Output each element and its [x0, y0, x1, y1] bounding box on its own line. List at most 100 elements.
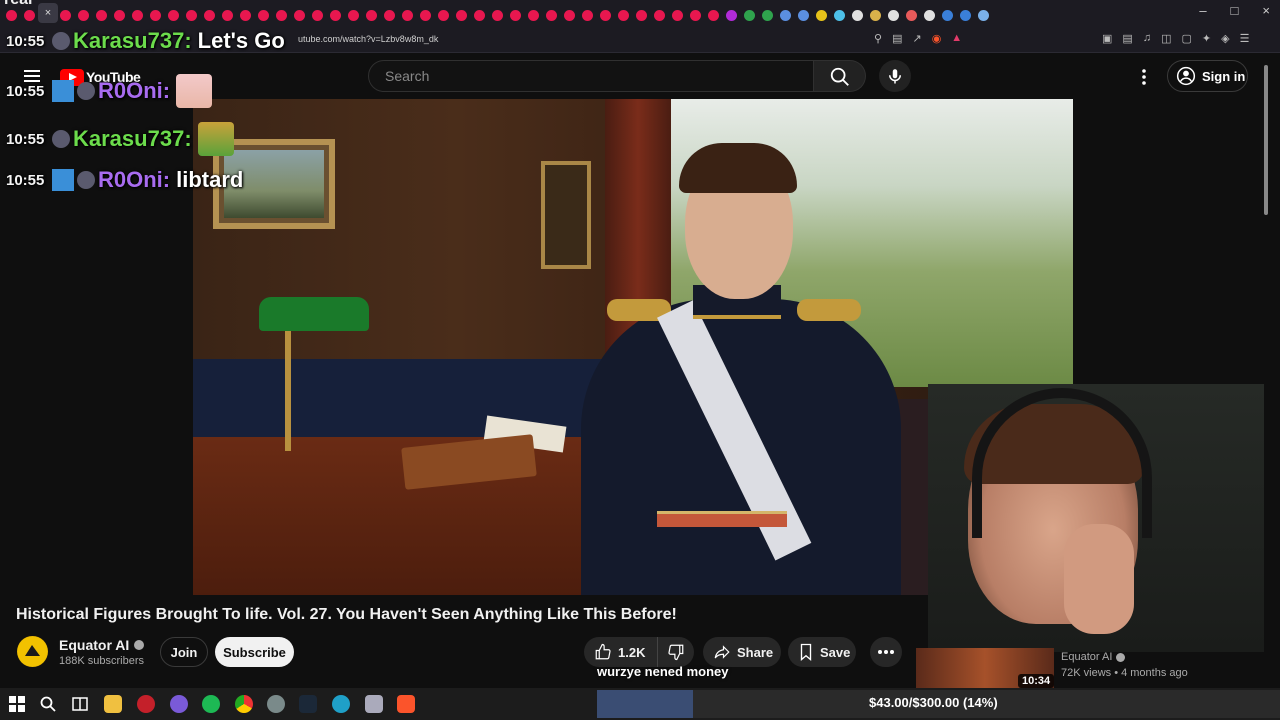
tab-favicon-icon[interactable]	[96, 10, 107, 21]
zoom-icon[interactable]: ⚲	[874, 32, 882, 45]
brave-shield-icon[interactable]: ◉	[932, 32, 942, 45]
tab-favicon-icon[interactable]	[492, 10, 503, 21]
screen-icon[interactable]: ▤	[892, 32, 902, 45]
tab-favicon-icon[interactable]	[6, 10, 17, 21]
tab-favicon-icon[interactable]	[762, 10, 773, 21]
tab-favicon-icon[interactable]	[600, 10, 611, 21]
tab-favicon-icon[interactable]	[276, 10, 287, 21]
tab-favicon-icon[interactable]	[978, 10, 989, 21]
tab-favicon-icon[interactable]	[726, 10, 737, 21]
tab-favicon-icon[interactable]	[816, 10, 827, 21]
wallet-icon[interactable]: ▢	[1181, 32, 1191, 45]
more-actions-button[interactable]	[870, 637, 902, 667]
tab-favicon-icon[interactable]	[366, 10, 377, 21]
tab-favicon-icon[interactable]	[510, 10, 521, 21]
like-button[interactable]: 1.2K	[584, 637, 658, 667]
tab-favicon-icon[interactable]	[906, 10, 917, 21]
dislike-button[interactable]	[658, 637, 694, 667]
tab-favicon-icon[interactable]	[546, 10, 557, 21]
steam-icon[interactable]	[299, 695, 317, 713]
minimize-button[interactable]: –	[1199, 3, 1206, 18]
tab-favicon-icon[interactable]	[384, 10, 395, 21]
tab-favicon-icon[interactable]	[672, 10, 683, 21]
tab-favicon-icon[interactable]	[60, 10, 71, 21]
tab-favicon-icon[interactable]	[582, 10, 593, 21]
tab-favicon-icon[interactable]	[330, 10, 341, 21]
tab-favicon-icon[interactable]	[240, 10, 251, 21]
tab-favicon-icon[interactable]	[24, 10, 35, 21]
maximize-button[interactable]: □	[1231, 3, 1239, 18]
search-icon[interactable]	[39, 695, 57, 713]
pin-icon[interactable]: ✦	[1202, 32, 1211, 45]
tab-favicon-icon[interactable]	[348, 10, 359, 21]
voice-search-button[interactable]	[879, 60, 911, 92]
recommended-channel[interactable]: Equator AI	[1061, 651, 1126, 663]
tab-favicon-icon[interactable]	[798, 10, 809, 21]
tab-favicon-icon[interactable]	[114, 10, 125, 21]
tab-favicon-icon[interactable]	[258, 10, 269, 21]
tab-favicon-icon[interactable]	[780, 10, 791, 21]
windows-start-icon[interactable]	[8, 695, 26, 713]
tab-list[interactable]	[6, 7, 1136, 21]
tab-favicon-icon[interactable]	[312, 10, 323, 21]
join-button[interactable]: Join	[160, 637, 208, 667]
app-icon[interactable]	[137, 695, 155, 713]
tab-favicon-icon[interactable]	[618, 10, 629, 21]
app-icon[interactable]	[365, 695, 383, 713]
tab-favicon-icon[interactable]	[186, 10, 197, 21]
discord-icon[interactable]	[170, 695, 188, 713]
brave-icon[interactable]	[397, 695, 415, 713]
tab-favicon-icon[interactable]	[150, 10, 161, 21]
tab-favicon-icon[interactable]	[474, 10, 485, 21]
tab-favicon-icon[interactable]	[78, 10, 89, 21]
tab-favicon-icon[interactable]	[960, 10, 971, 21]
share-button[interactable]: Share	[703, 637, 781, 667]
tab-favicon-icon[interactable]	[690, 10, 701, 21]
extension-icon[interactable]: ▣	[1102, 32, 1112, 45]
share-page-icon[interactable]: ↗	[912, 32, 921, 45]
file-explorer-icon[interactable]	[104, 695, 122, 713]
save-button[interactable]: Save	[788, 637, 856, 667]
tab-favicon-icon[interactable]	[636, 10, 647, 21]
rewards-icon[interactable]: ▲	[951, 32, 962, 45]
chrome-icon[interactable]	[235, 695, 253, 713]
tab-favicon-icon[interactable]	[744, 10, 755, 21]
tab-favicon-icon[interactable]	[528, 10, 539, 21]
sidebar-icon[interactable]: ◫	[1161, 32, 1171, 45]
spotify-icon[interactable]	[202, 695, 220, 713]
menu-icon[interactable]: ☰	[1240, 32, 1250, 45]
app-icon[interactable]	[267, 695, 285, 713]
scrollbar-thumb[interactable]	[1264, 65, 1268, 215]
tab-favicon-icon[interactable]	[420, 10, 431, 21]
tab-favicon-icon[interactable]	[870, 10, 881, 21]
tab-favicon-icon[interactable]	[456, 10, 467, 21]
tab-favicon-icon[interactable]	[834, 10, 845, 21]
settings-kebab-icon[interactable]	[1134, 67, 1154, 87]
tab-favicon-icon[interactable]	[888, 10, 899, 21]
tab-favicon-icon[interactable]	[942, 10, 953, 21]
vpn-icon[interactable]: ◈	[1221, 32, 1229, 45]
tab-favicon-icon[interactable]	[294, 10, 305, 21]
tab-favicon-icon[interactable]	[708, 10, 719, 21]
tab-favicon-icon[interactable]	[132, 10, 143, 21]
tab-favicon-icon[interactable]	[222, 10, 233, 21]
tab-favicon-icon[interactable]	[564, 10, 575, 21]
tab-favicon-icon[interactable]	[402, 10, 413, 21]
url-field[interactable]: utube.com/watch?v=Lzbv8w8m_dk	[298, 34, 438, 44]
tab-favicon-icon[interactable]	[438, 10, 449, 21]
tab-favicon-icon[interactable]	[204, 10, 215, 21]
search-button[interactable]	[814, 60, 866, 92]
reader-icon[interactable]: ▤	[1122, 32, 1132, 45]
media-icon[interactable]: ♫	[1143, 32, 1151, 45]
tab-favicon-icon[interactable]	[924, 10, 935, 21]
channel-avatar[interactable]	[17, 636, 48, 667]
sign-in-button[interactable]: Sign in	[1167, 60, 1248, 92]
channel-name[interactable]: Equator AI	[59, 637, 145, 653]
task-view-icon[interactable]	[71, 695, 89, 713]
tab-close-button[interactable]: ×	[38, 3, 58, 23]
edge-icon[interactable]	[332, 695, 350, 713]
tab-favicon-icon[interactable]	[654, 10, 665, 21]
close-window-button[interactable]: ×	[1262, 3, 1270, 18]
tab-favicon-icon[interactable]	[168, 10, 179, 21]
search-input[interactable]	[385, 68, 805, 84]
